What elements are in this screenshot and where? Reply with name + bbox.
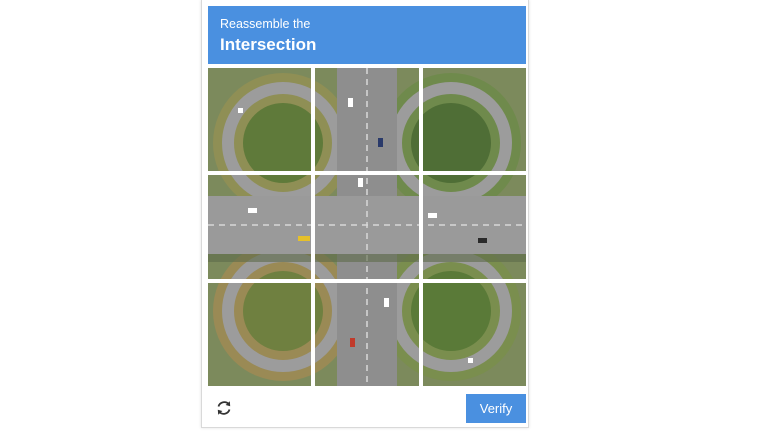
captcha-header: Reassemble the Intersection (208, 6, 526, 64)
captcha-target-title: Intersection (220, 35, 317, 54)
puzzle-tile-5[interactable] (315, 175, 419, 279)
puzzle-grid (208, 68, 526, 386)
puzzle-tile-6[interactable] (422, 175, 526, 279)
puzzle-tile-2[interactable] (315, 68, 419, 172)
puzzle-tile-9[interactable] (422, 282, 526, 386)
puzzle-tile-1[interactable] (208, 68, 312, 172)
puzzle-tile-7[interactable] (208, 282, 312, 386)
captcha-footer: Verify (208, 392, 526, 424)
verify-button[interactable]: Verify (466, 394, 526, 423)
puzzle-tile-4[interactable] (208, 175, 312, 279)
puzzle-tile-3[interactable] (422, 68, 526, 172)
puzzle-tile-8[interactable] (315, 282, 419, 386)
refresh-icon[interactable] (214, 398, 234, 418)
captcha-prompt: Reassemble the (220, 17, 311, 31)
captcha-widget: Reassemble the Intersection Verify (201, 0, 529, 428)
